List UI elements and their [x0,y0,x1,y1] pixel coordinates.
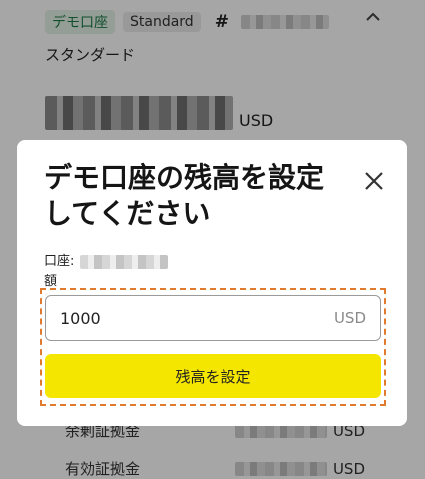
close-icon[interactable] [363,170,385,192]
set-balance-button[interactable]: 残高を設定 [45,354,381,398]
set-balance-dialog: デモ口座の残高を設定してください 口座: 額 USD 残高を設定 [17,140,407,426]
account-info: 口座: 額 [44,252,169,292]
dialog-title: デモ口座の残高を設定してください [44,161,325,230]
balance-amount-input[interactable] [60,308,334,328]
amount-currency: USD [333,309,366,327]
balance-amount-field[interactable]: USD [45,295,381,341]
account-id-redacted [80,255,169,269]
account-label: 口座: [44,254,75,269]
